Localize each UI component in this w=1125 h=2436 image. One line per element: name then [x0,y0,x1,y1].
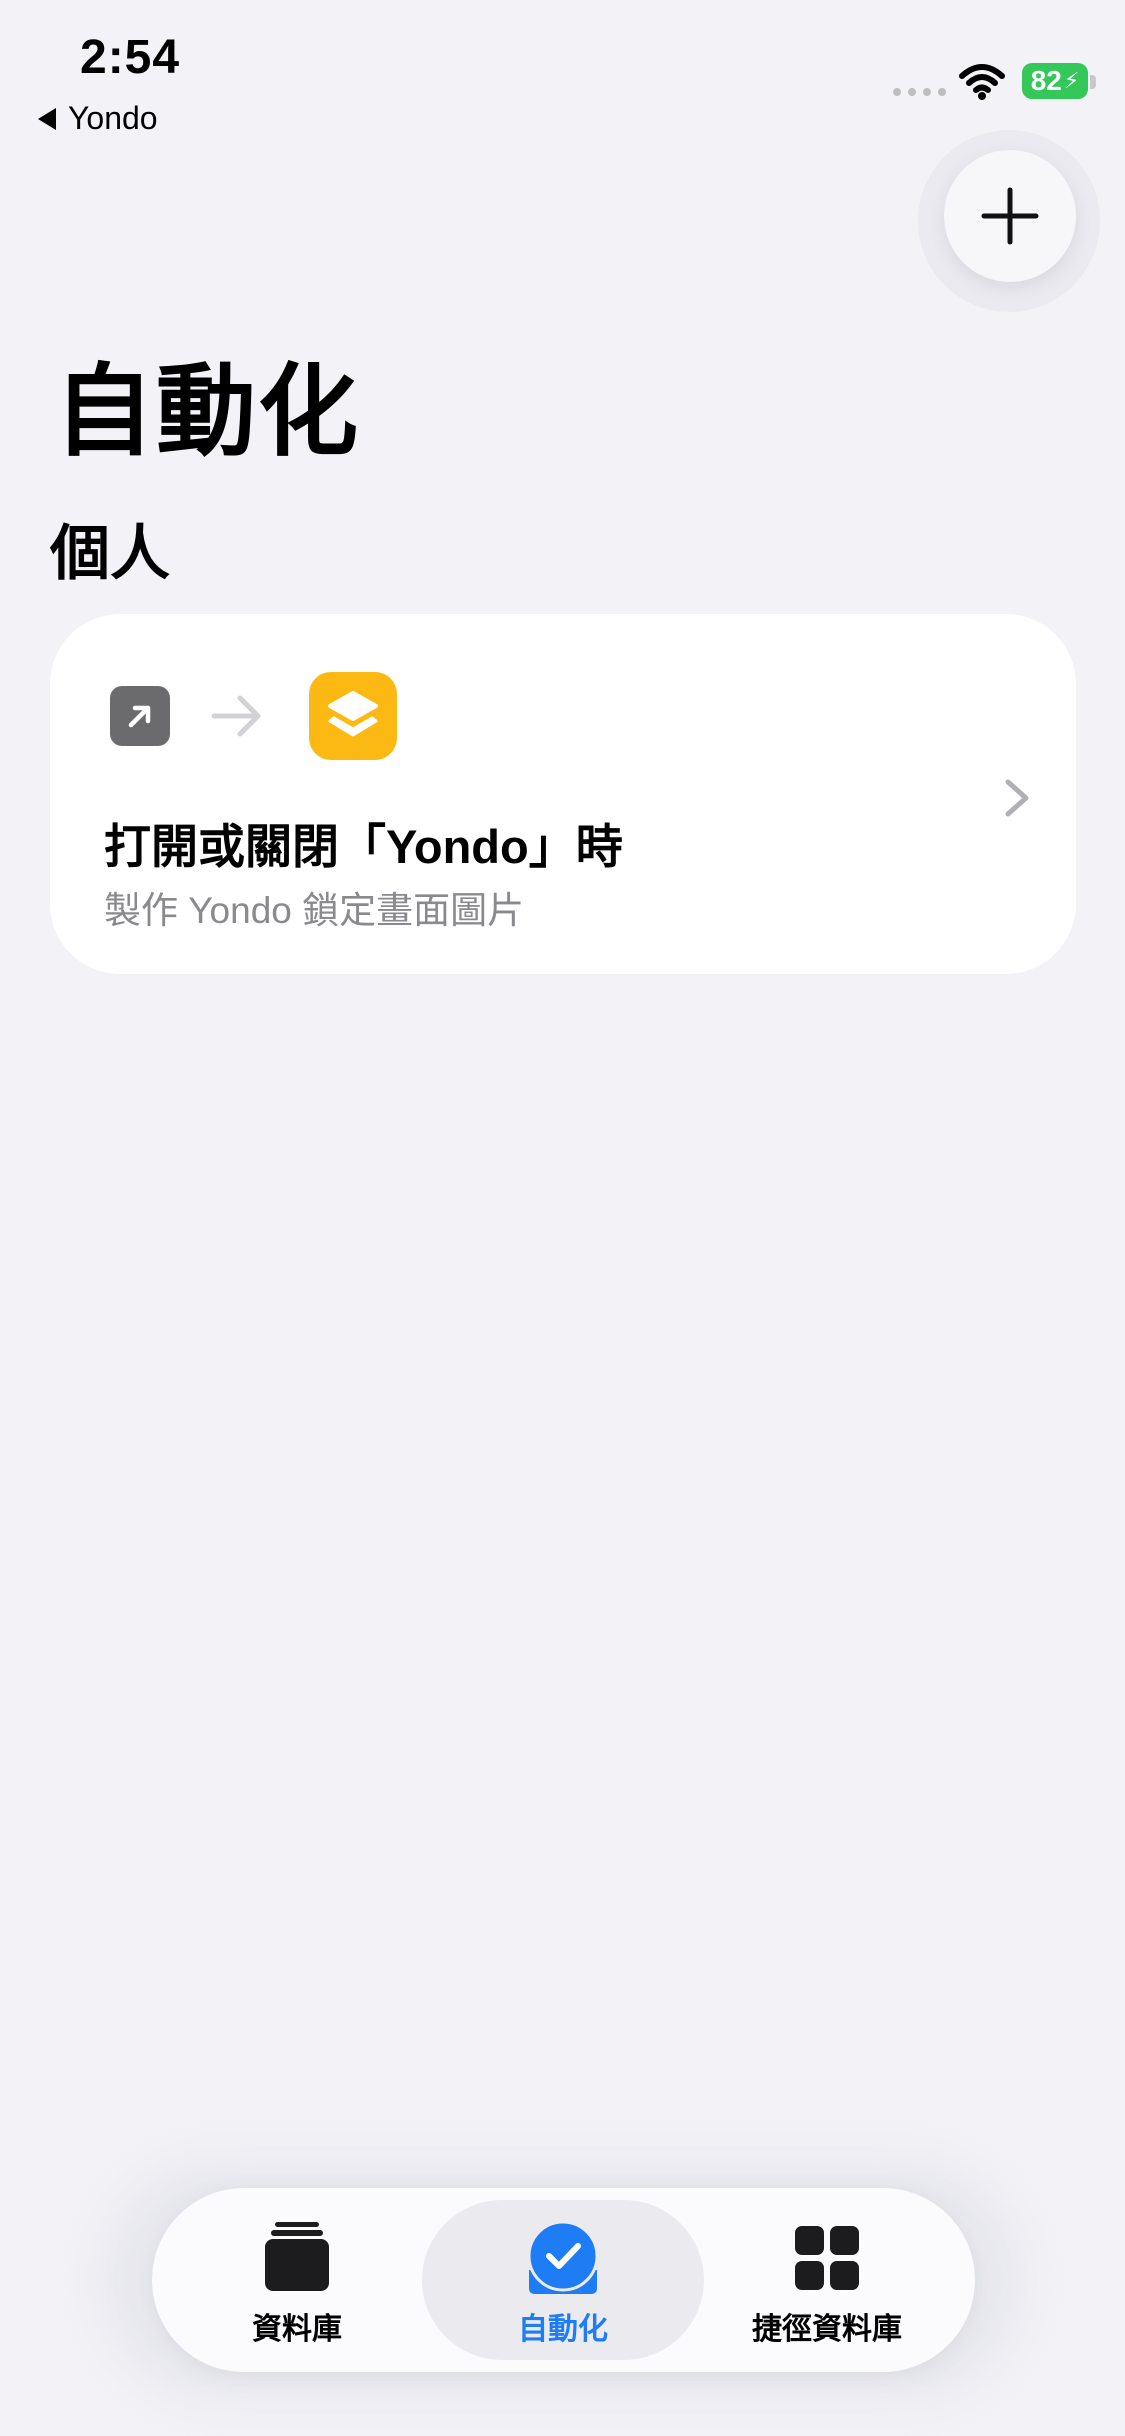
tab-library[interactable]: 資料庫 [152,2188,442,2372]
yondo-layers-icon [309,672,397,760]
tab-automation[interactable]: 自動化 [422,2188,704,2372]
battery-indicator: 82 ⚡ [1022,63,1088,99]
plus-icon [981,187,1039,245]
app-open-arrow-icon [110,686,170,746]
right-arrow-icon [211,695,261,737]
battery-level: 82 [1030,65,1062,96]
wifi-icon [959,64,1005,100]
back-to-app-link[interactable]: Yondo [38,100,158,137]
tab-bar: 資料庫 自動化 捷徑資料庫 [152,2188,975,2372]
add-automation-button[interactable] [944,150,1076,282]
chevron-right-icon [1005,779,1029,817]
automation-subtitle: 製作 Yondo 鎖定畫面圖片 [104,890,525,931]
tab-gallery[interactable]: 捷徑資料庫 [682,2188,972,2372]
tab-label-library: 資料庫 [252,2313,342,2346]
battery-cap [1090,75,1096,89]
automation-title: 打開或關閉「Yondo」時 [104,820,623,873]
automation-check-icon [523,2218,603,2298]
back-triangle-icon [38,107,56,130]
status-time: 2:54 [80,31,181,84]
cellular-signal-icon [893,88,946,96]
page-title: 自動化 [54,356,360,468]
tab-label-automation: 自動化 [518,2313,608,2346]
back-app-label: Yondo [68,100,158,136]
library-stack-icon [257,2218,337,2298]
charging-bolt-icon: ⚡ [1063,68,1080,93]
section-header-personal: 個人 [50,520,170,587]
tab-label-gallery: 捷徑資料庫 [752,2313,902,2346]
gallery-grid-icon [787,2218,867,2298]
automation-card[interactable]: 打開或關閉「Yondo」時 製作 Yondo 鎖定畫面圖片 [50,614,1076,974]
